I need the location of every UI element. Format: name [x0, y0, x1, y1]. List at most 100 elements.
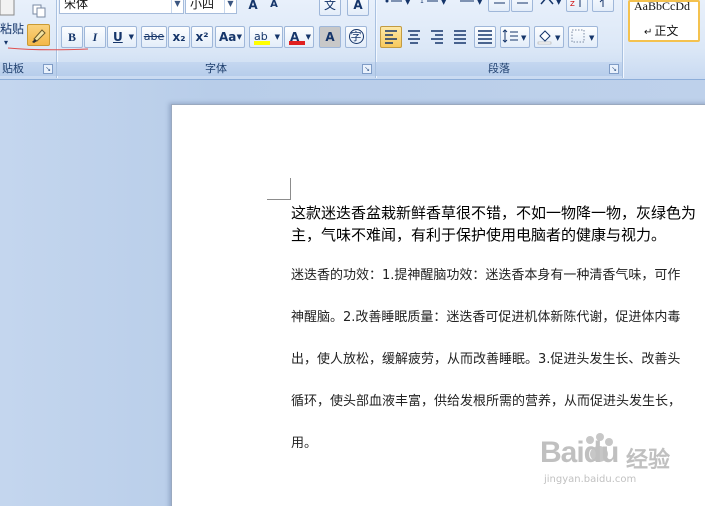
style-name-label: 正文: [654, 24, 679, 38]
shrink-font-button[interactable]: A: [264, 0, 284, 16]
watermark-cn: 经验: [626, 448, 671, 473]
strikethrough-label: abe: [143, 30, 165, 43]
superscript-button[interactable]: x²: [191, 26, 213, 48]
numbering-button[interactable]: 1 ▼: [416, 0, 450, 12]
chinese-layout-button[interactable]: ▼: [536, 0, 566, 12]
align-right-icon: [431, 30, 443, 44]
align-right-button[interactable]: [426, 26, 448, 48]
subscript-label: x₂: [172, 30, 186, 44]
font-group: 宋体 ▼ 小四 ▼ A A 文 A B I U ▼ abe x₂ x² Aa ▼ a…: [57, 0, 375, 79]
multilevel-list-icon: ▼: [460, 0, 483, 6]
borders-icon: ▼: [571, 29, 595, 43]
enclose-characters-label: 字: [348, 29, 364, 44]
decrease-indent-button[interactable]: [488, 0, 510, 12]
chinese-layout-icon: ▼: [540, 0, 562, 6]
ribbon: 粘贴 ▾ 贴板 ↘ 宋体 ▼ 小四 ▼ A A 文 A B I U ▼ abe …: [0, 0, 705, 80]
font-size-value: 小四: [190, 0, 215, 11]
font-name-combo[interactable]: 宋体 ▼: [59, 0, 184, 14]
change-case-dropdown-icon[interactable]: ▼: [237, 27, 242, 47]
highlight-button[interactable]: ab ▼: [249, 26, 283, 48]
change-case-button[interactable]: Aa ▼: [215, 26, 245, 48]
text-line: 出，使人放松，缓解疲劳，从而改善睡眠。3.促进头发生长、改善头: [291, 352, 681, 367]
sort-icon: Z: [570, 0, 581, 8]
paste-label[interactable]: 粘贴: [0, 20, 24, 37]
bullets-button[interactable]: ▼: [380, 0, 414, 12]
annotation-underline: [7, 47, 89, 51]
text-line: 主，气味不难闻，有利于保护使用电脑者的健康与视力。: [291, 226, 667, 244]
underline-dropdown-icon[interactable]: ▼: [129, 27, 134, 47]
character-shading-button[interactable]: A: [319, 26, 341, 48]
group-separator: [622, 0, 623, 78]
superscript-label: x²: [195, 30, 209, 44]
svg-text:▼: ▼: [555, 34, 561, 42]
document-paragraph-1[interactable]: 这款迷迭香盆栽新鲜香草很不错，不如一物降一物，灰绿色为 主，气味不难闻，有利于保…: [291, 202, 705, 246]
clear-formatting-label: A: [353, 0, 363, 12]
line-spacing-icon: ▼: [502, 29, 527, 43]
clipboard-group: 粘贴 ▾ 贴板 ↘: [0, 0, 56, 79]
paragraph-dialog-launcher[interactable]: ↘: [609, 64, 619, 74]
clipboard-dialog-launcher[interactable]: ↘: [43, 64, 53, 74]
distributed-button[interactable]: [474, 26, 496, 48]
font-dialog-launcher[interactable]: ↘: [362, 64, 372, 74]
font-name-value: 宋体: [64, 0, 89, 11]
svg-text:▼: ▼: [556, 0, 562, 6]
paste-icon: [0, 0, 15, 16]
multilevel-list-button[interactable]: ▼: [452, 0, 486, 12]
show-hide-marks-button[interactable]: [592, 0, 614, 12]
format-painter-button[interactable]: [27, 24, 50, 46]
style-normal-tile[interactable]: AaBbCcDd ↵ 正文: [628, 0, 700, 42]
svg-text:▼: ▼: [521, 34, 527, 42]
enclose-characters-button[interactable]: 字: [345, 26, 367, 48]
svg-text:▼: ▼: [441, 0, 447, 6]
paste-button[interactable]: [0, 0, 20, 20]
style-sample-text: AaBbCcDd: [634, 0, 690, 13]
text-line: 神醒脑。2.改善睡眠质量：迷迭香可促进机体新陈代谢，促进体内毒: [291, 310, 681, 325]
phonetic-guide-button[interactable]: 文: [319, 0, 341, 16]
phonetic-guide-label: 文: [323, 0, 336, 12]
subscript-button[interactable]: x₂: [168, 26, 190, 48]
increase-indent-icon: [517, 2, 528, 4]
character-shading-label: A: [325, 30, 335, 44]
watermark-brand: Baidu: [540, 436, 619, 469]
align-left-icon: [385, 30, 397, 44]
font-color-button[interactable]: A ▼: [284, 26, 314, 48]
font-size-dropdown-icon[interactable]: ▼: [224, 0, 236, 13]
bold-label: B: [67, 30, 76, 44]
borders-button[interactable]: ▼: [568, 26, 598, 48]
paragraph-mark-icon: ↵: [644, 27, 653, 38]
svg-text:Z: Z: [570, 0, 575, 8]
copy-button[interactable]: [30, 2, 48, 20]
watermark-url: jingyan.baidu.com: [544, 474, 637, 485]
font-color-dropdown-icon[interactable]: ▼: [306, 27, 311, 47]
distributed-icon: [478, 30, 492, 44]
font-name-dropdown-icon[interactable]: ▼: [171, 0, 183, 13]
font-group-label: 字体: [57, 62, 375, 76]
text-line: 这款迷迭香盆栽新鲜香草很不错，不如一物降一物，灰绿色为: [291, 204, 697, 222]
shrink-font-label: A: [270, 0, 278, 10]
paragraph-group-label: 段落: [376, 62, 622, 76]
font-size-combo[interactable]: 小四 ▼: [185, 0, 237, 14]
margin-corner-mark: [290, 178, 291, 199]
justify-button[interactable]: [449, 26, 471, 48]
paint-bucket-icon: ▼: [537, 30, 561, 45]
svg-text:▼: ▼: [589, 34, 595, 42]
decrease-indent-icon: [494, 2, 505, 4]
text-line: 循环，使头部血液丰富，供给发根所需的营养，从而促进头发生长，: [291, 394, 682, 409]
style-name: ↵ 正文: [644, 22, 678, 39]
margin-corner-mark: [267, 199, 291, 200]
show-hide-marks-icon: [599, 0, 604, 7]
change-case-label: Aa: [219, 30, 237, 44]
shading-button[interactable]: ▼: [534, 26, 564, 48]
align-center-button[interactable]: [403, 26, 425, 48]
align-left-button[interactable]: [380, 26, 402, 48]
sort-button[interactable]: Z: [566, 0, 588, 12]
strikethrough-button[interactable]: abe: [141, 26, 167, 48]
numbering-icon: 1 ▼: [420, 0, 447, 6]
increase-indent-button[interactable]: [511, 0, 533, 12]
align-center-icon: [408, 30, 420, 44]
line-spacing-button[interactable]: ▼: [500, 26, 530, 48]
underline-button[interactable]: U ▼: [107, 26, 137, 48]
clear-formatting-button[interactable]: A: [347, 0, 369, 16]
highlight-dropdown-icon[interactable]: ▼: [275, 27, 280, 47]
grow-font-button[interactable]: A: [243, 0, 263, 16]
